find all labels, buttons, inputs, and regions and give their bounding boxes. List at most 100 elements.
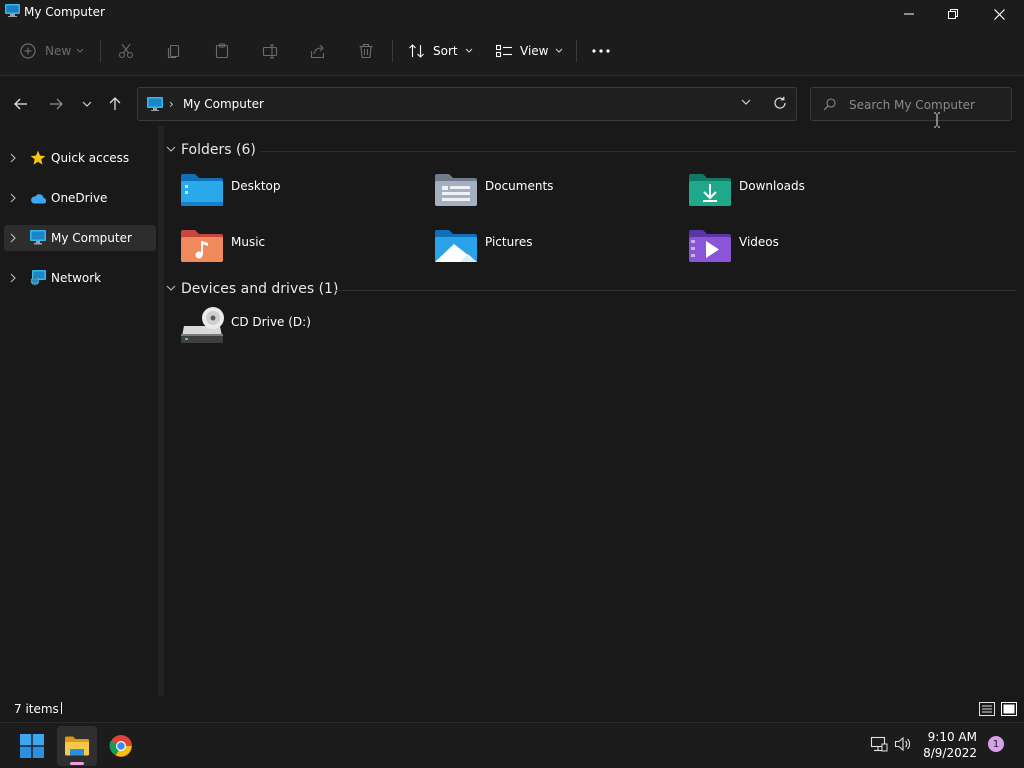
refresh-icon[interactable] xyxy=(773,96,787,110)
search-input[interactable] xyxy=(849,95,1005,115)
navigation-pane: Quick access OneDrive My Computer Networ… xyxy=(0,138,158,695)
paste-button[interactable] xyxy=(214,38,230,64)
sidebar-item-label: Quick access xyxy=(51,151,130,165)
new-button[interactable]: New xyxy=(20,38,84,64)
new-label: New xyxy=(45,44,72,58)
sort-button[interactable]: Sort xyxy=(408,38,473,64)
search-box[interactable] xyxy=(810,87,1012,121)
chevron-down-icon[interactable] xyxy=(741,99,751,105)
item-count: 7 items xyxy=(14,702,59,716)
desktop-folder-icon xyxy=(181,174,223,206)
details-view-button[interactable] xyxy=(978,700,996,718)
folder-documents[interactable]: Documents xyxy=(434,172,684,218)
folder-pictures[interactable]: Pictures xyxy=(434,228,684,274)
cloud-icon xyxy=(31,194,47,204)
breadcrumb-separator[interactable]: › xyxy=(169,97,174,111)
view-button[interactable]: View xyxy=(496,38,563,64)
taskbar: 9:10 AM 8/9/2022 1 xyxy=(0,722,1024,768)
command-bar: New Sort View xyxy=(0,26,1024,76)
drive-label: CD Drive (D:) xyxy=(231,315,311,329)
up-button[interactable] xyxy=(104,93,126,115)
recent-locations-button[interactable] xyxy=(76,93,98,115)
folder-label: Documents xyxy=(485,179,554,193)
arrow-right-icon xyxy=(50,98,63,110)
copy-button[interactable] xyxy=(166,38,182,64)
folder-desktop[interactable]: Desktop xyxy=(180,172,430,218)
minimize-button[interactable] xyxy=(886,0,932,28)
chevron-right-icon[interactable] xyxy=(10,273,16,283)
back-button[interactable] xyxy=(10,93,32,115)
chrome-icon xyxy=(109,735,132,757)
pictures-folder-icon xyxy=(435,230,477,262)
chevron-down-icon xyxy=(76,48,84,53)
folder-label: Music xyxy=(231,235,266,249)
folder-label: Downloads xyxy=(739,179,805,193)
sidebar-item-onedrive[interactable]: OneDrive xyxy=(4,185,156,211)
trash-icon xyxy=(359,43,373,59)
group-title: Devices and drives (1) xyxy=(181,281,339,297)
taskbar-file-explorer[interactable] xyxy=(57,726,97,766)
videos-folder-icon xyxy=(689,230,731,262)
devices-group-header[interactable]: Devices and drives (1) xyxy=(166,278,1016,302)
computer-icon xyxy=(30,230,46,245)
breadcrumb[interactable]: My Computer xyxy=(183,97,264,111)
chevron-right-icon[interactable] xyxy=(10,193,16,203)
volume-icon[interactable] xyxy=(894,736,912,752)
window-title: My Computer xyxy=(24,5,105,19)
rename-icon xyxy=(262,44,278,59)
sidebar-item-network[interactable]: Network xyxy=(4,265,156,291)
computer-icon xyxy=(147,97,163,111)
notification-badge[interactable]: 1 xyxy=(988,736,1004,752)
status-bar: 7 items xyxy=(0,696,1024,722)
chevron-right-icon[interactable] xyxy=(10,233,16,243)
cut-button[interactable] xyxy=(118,38,134,64)
status-separator xyxy=(61,702,62,714)
chevron-down-icon xyxy=(82,101,92,107)
close-button[interactable] xyxy=(976,0,1022,28)
running-indicator xyxy=(70,762,84,765)
drive-cd[interactable]: CD Drive (D:) xyxy=(180,306,430,352)
network-status-icon[interactable] xyxy=(870,736,888,752)
text-cursor-icon xyxy=(934,112,940,128)
restore-button[interactable] xyxy=(930,0,976,28)
chevron-down-icon xyxy=(556,48,563,53)
sort-icon xyxy=(409,44,424,58)
folder-music[interactable]: Music xyxy=(180,228,430,274)
title-bar: My Computer xyxy=(0,0,1024,26)
documents-folder-icon xyxy=(435,174,477,206)
share-button[interactable] xyxy=(310,38,326,64)
sidebar-item-label: Network xyxy=(51,271,102,285)
folder-videos[interactable]: Videos xyxy=(688,228,938,274)
rename-button[interactable] xyxy=(262,38,278,64)
arrow-up-icon xyxy=(109,97,121,110)
view-list-icon xyxy=(496,44,512,58)
computer-icon xyxy=(5,4,20,17)
downloads-folder-icon xyxy=(689,174,731,206)
sort-label: Sort xyxy=(433,44,458,58)
folder-label: Pictures xyxy=(485,235,533,249)
sidebar-item-quick-access[interactable]: Quick access xyxy=(4,145,156,171)
restore-icon xyxy=(948,9,958,19)
group-title: Folders (6) xyxy=(181,142,256,158)
forward-button[interactable] xyxy=(45,93,67,115)
clock-time: 9:10 AM xyxy=(927,730,977,744)
start-button[interactable] xyxy=(12,726,52,766)
music-folder-icon xyxy=(181,230,223,262)
tiles-view-button[interactable] xyxy=(1000,700,1018,718)
clock[interactable]: 9:10 AM 8/9/2022 xyxy=(923,729,977,761)
scissors-icon xyxy=(118,43,134,59)
folders-group-header[interactable]: Folders (6) xyxy=(166,139,1016,163)
pane-splitter[interactable] xyxy=(158,126,164,696)
delete-button[interactable] xyxy=(358,38,374,64)
address-bar[interactable]: › My Computer xyxy=(137,87,797,121)
chevron-right-icon[interactable] xyxy=(10,153,16,163)
more-options-button[interactable] xyxy=(592,38,610,64)
taskbar-chrome[interactable] xyxy=(101,726,141,766)
toolbar-divider xyxy=(576,40,577,62)
toolbar-divider xyxy=(392,40,393,62)
sidebar-item-label: My Computer xyxy=(51,231,132,245)
chevron-down-icon xyxy=(166,285,176,291)
folder-downloads[interactable]: Downloads xyxy=(688,172,938,218)
folder-label: Videos xyxy=(739,235,779,249)
sidebar-item-my-computer[interactable]: My Computer xyxy=(4,225,156,251)
